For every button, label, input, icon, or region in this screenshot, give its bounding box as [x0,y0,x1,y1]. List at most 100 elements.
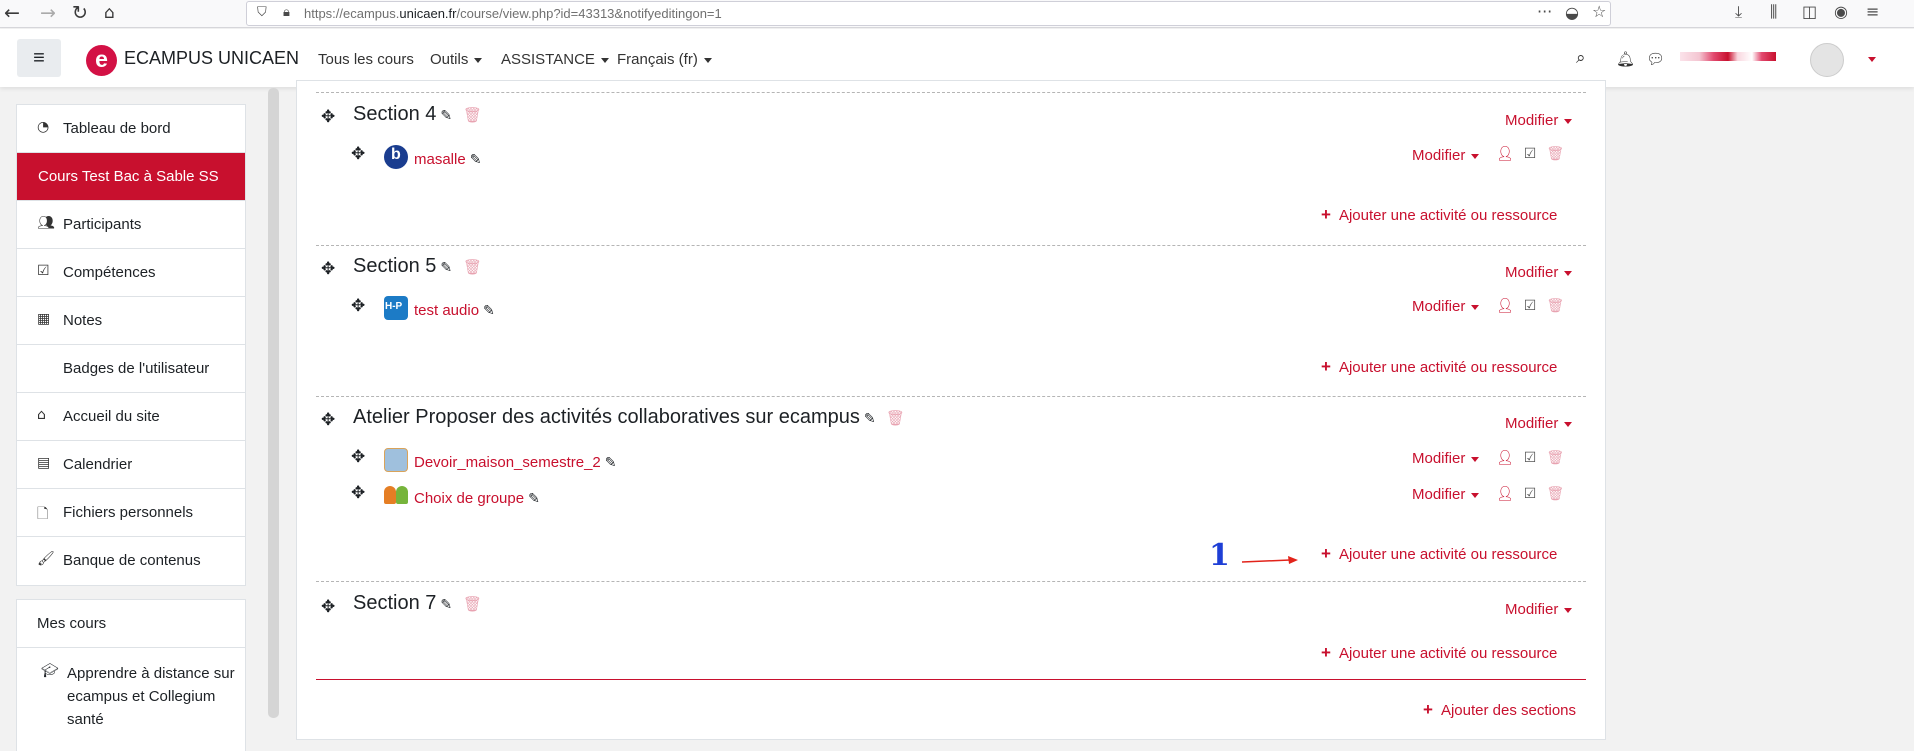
add-activity-button[interactable]: + Ajouter une activité ou ressource [1321,544,1557,564]
annotation-number: 1 [1209,538,1230,573]
annotation-arrow [1241,556,1298,564]
trash-icon[interactable]: 🗑︎ [886,409,905,427]
drawer-item-participants[interactable]: 👥︎ Participants [17,201,245,249]
section-edit-menu[interactable]: Modifier [1505,415,1573,432]
section-divider [316,92,1586,93]
site-name[interactable]: ECAMPUS UNICAEN [124,48,299,69]
add-sections-button[interactable]: + Ajouter des sections [1423,700,1576,720]
completion-check-icon[interactable]: ☑ [1524,450,1537,466]
user-icon[interactable]: 👤︎ [1496,146,1514,162]
user-icon[interactable]: 👤︎ [1496,298,1514,314]
section-divider [316,245,1586,246]
move-icon[interactable]: ✥ [321,410,335,430]
edit-pencil-icon[interactable]: ✎ [440,597,452,613]
edit-pencil-icon[interactable]: ✎ [605,455,617,471]
menu-assistance[interactable]: ASSISTANCE [501,51,609,68]
drawer-item-site-home[interactable]: ⌂ Accueil du site [17,393,245,441]
move-icon[interactable]: ✥ [351,296,365,316]
my-course-link[interactable]: Apprendre à distance sur ecampus et Coll… [67,662,237,731]
completion-check-icon[interactable]: ☑ [1524,298,1537,314]
edit-pencil-icon[interactable]: ✎ [440,108,452,124]
my-courses-header[interactable]: Mes cours [17,600,245,648]
edit-pencil-icon[interactable]: ✎ [483,303,495,319]
activity-edit-menu[interactable]: Modifier [1412,147,1480,164]
move-icon[interactable]: ✥ [351,483,365,503]
completion-check-icon[interactable]: ☑ [1524,486,1537,502]
trash-icon[interactable]: 🗑︎ [1546,450,1564,466]
user-banner-strip [1680,52,1776,61]
avatar[interactable] [1810,43,1844,77]
account-icon[interactable]: ◉ [1834,2,1848,21]
edit-pencil-icon[interactable]: ✎ [470,152,482,168]
completion-check-icon[interactable]: ☑ [1524,146,1537,162]
section-divider [316,581,1586,582]
trash-icon[interactable]: 🗑︎ [463,595,482,613]
menu-outils[interactable]: Outils [430,51,483,68]
drawer-scrollbar[interactable] [268,88,279,718]
library-icon[interactable]: ⫼ [1770,2,1777,22]
firefox-menu-icon[interactable]: ≡ [1866,2,1879,21]
check-square-icon: ☑ [37,263,50,279]
drawer-item-competences[interactable]: ☑ Compétences [17,249,245,297]
shield-icon: ⛉ [257,5,267,20]
activity-edit-menu[interactable]: Modifier [1412,486,1480,503]
forward-icon[interactable]: → [40,2,56,24]
activity-link[interactable]: test audio ✎ [414,302,495,319]
dashboard-icon: ◔ [37,119,50,135]
edit-pencil-icon[interactable]: ✎ [528,491,540,507]
move-icon[interactable]: ✥ [321,597,335,617]
menu-tous-les-cours[interactable]: Tous les cours [318,51,414,68]
user-menu-caret-icon[interactable] [1868,57,1876,62]
notification-bell-icon[interactable]: 🔔︎ [1616,50,1635,68]
section-edit-menu[interactable]: Modifier [1505,601,1573,618]
move-icon[interactable]: ✥ [321,107,335,127]
activity-edit-menu[interactable]: Modifier [1412,298,1480,315]
messages-icon[interactable]: 💬︎ [1646,50,1665,68]
drawer-item-badges[interactable]: Badges de l'utilisateur [17,345,245,393]
drawer-item-current-course[interactable]: Cours Test Bac à Sable SS [17,153,245,201]
site-logo[interactable]: e [86,45,117,76]
move-icon[interactable]: ✥ [351,144,365,164]
edit-pencil-icon[interactable]: ✎ [864,411,876,427]
menu-language[interactable]: Français (fr) [617,51,712,68]
sidebar-icon[interactable]: ◫ [1802,2,1817,21]
trash-icon[interactable]: 🗑︎ [463,258,482,276]
user-icon[interactable]: 👤︎ [1496,450,1514,466]
brush-icon: 🖌︎ [37,551,55,567]
bookmark-star-icon[interactable]: ☆ [1592,2,1606,21]
activity-link[interactable]: Choix de groupe ✎ [414,490,540,507]
drawer-item-notes[interactable]: ▦ Notes [17,297,245,345]
activity-tools: 👤︎ ☑ 🗑︎ [1496,146,1564,162]
trash-icon[interactable]: 🗑︎ [463,106,482,124]
plus-icon: + [1321,544,1331,563]
add-activity-button[interactable]: + Ajouter une activité ou ressource [1321,205,1557,225]
nav-drawer: ◔ Tableau de bord Cours Test Bac à Sable… [16,104,246,586]
trash-icon[interactable]: 🗑︎ [1546,298,1564,314]
download-icon[interactable]: ⤓ [1735,2,1742,22]
move-icon[interactable]: ✥ [351,447,365,467]
add-activity-button[interactable]: + Ajouter une activité ou ressource [1321,643,1557,663]
more-icon[interactable]: ··· [1537,2,1552,21]
pocket-icon[interactable]: ◒ [1565,3,1579,22]
search-icon[interactable]: ⌕ [1576,48,1586,68]
activity-edit-menu[interactable]: Modifier [1412,450,1480,467]
activity-link[interactable]: masalle ✎ [414,151,481,168]
user-icon[interactable]: 👤︎ [1496,486,1514,502]
edit-pencil-icon[interactable]: ✎ [440,260,452,276]
drawer-item-calendar[interactable]: ▤ Calendrier [17,441,245,489]
add-activity-button[interactable]: + Ajouter une activité ou ressource [1321,357,1557,377]
move-icon[interactable]: ✥ [321,259,335,279]
drawer-item-dashboard[interactable]: ◔ Tableau de bord [17,105,245,153]
activity-link[interactable]: Devoir_maison_semestre_2 ✎ [414,454,617,471]
section-edit-menu[interactable]: Modifier [1505,112,1573,129]
back-icon[interactable]: ← [4,2,20,24]
drawer-toggle-button[interactable]: ≡ [17,39,61,77]
reload-icon[interactable]: ↻ [72,2,88,24]
drawer-item-content-bank[interactable]: 🖌︎ Banque de contenus [17,537,245,585]
address-bar[interactable]: ⛉ 🔒︎ https://ecampus.unicaen.fr/course/v… [246,1,1611,26]
drawer-item-private-files[interactable]: 🗋 Fichiers personnels [17,489,245,537]
section-edit-menu[interactable]: Modifier [1505,264,1573,281]
home-icon[interactable]: ⌂ [104,3,115,23]
trash-icon[interactable]: 🗑︎ [1546,486,1564,502]
trash-icon[interactable]: 🗑︎ [1546,146,1564,162]
